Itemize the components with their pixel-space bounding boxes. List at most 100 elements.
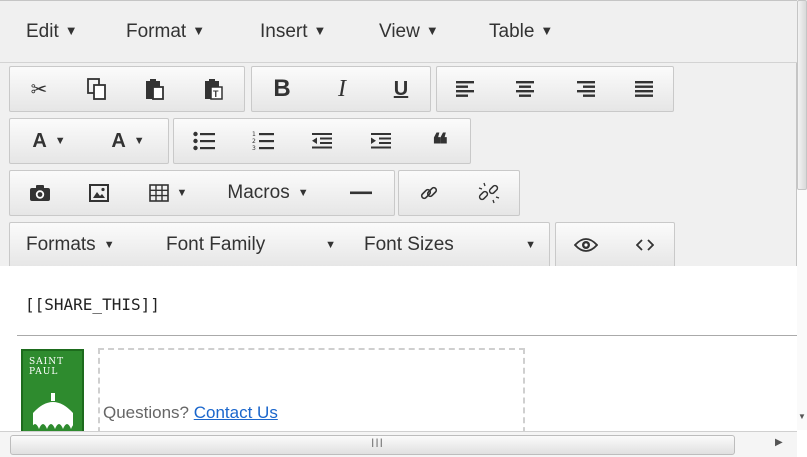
clipboard-group: ✂ T (9, 66, 245, 112)
horizontal-rule-icon (350, 191, 372, 195)
horizontal-scrollbar-thumb[interactable]: III (10, 435, 735, 455)
align-left-icon (456, 81, 474, 97)
logo-text: SAINT PAUL (29, 357, 65, 377)
paste-as-text-icon: T (205, 79, 223, 100)
text-color-icon: A (32, 129, 47, 152)
menu-view-label: View (379, 21, 420, 42)
chevron-down-icon: ▼ (325, 239, 336, 251)
font-sizes-dropdown[interactable]: Font Sizes ▼ (348, 223, 548, 267)
svg-text:3: 3 (252, 145, 256, 152)
table-cell[interactable] (98, 348, 525, 443)
color-group: A ▼ A ▼ (9, 118, 169, 164)
chevron-down-icon: ▼ (313, 23, 327, 38)
svg-text:1: 1 (252, 131, 256, 138)
chevron-down-icon: ▼ (176, 187, 188, 199)
menu-edit[interactable]: Edit ▼ (26, 17, 78, 47)
copy-button[interactable] (68, 67, 126, 111)
chevron-down-icon: ▼ (54, 135, 66, 147)
insert-link-button[interactable] (399, 171, 459, 215)
vertical-scrollbar[interactable]: ▼ (797, 0, 807, 430)
paste-button[interactable] (126, 67, 184, 111)
numbered-list-button[interactable]: 123 (234, 119, 292, 163)
align-right-button[interactable] (555, 67, 615, 111)
grip-icon: III (371, 436, 385, 450)
preview-button[interactable] (556, 223, 616, 267)
bullet-list-button[interactable] (174, 119, 234, 163)
chevron-down-icon: ▼ (525, 239, 536, 251)
menu-table[interactable]: Table ▼ (489, 17, 553, 47)
insert-group: ▼ Macros ▼ (9, 170, 395, 216)
blockquote-button[interactable]: ❝ (410, 119, 470, 163)
macros-label: Macros (227, 182, 290, 203)
italic-button[interactable]: I (312, 67, 372, 111)
menubar: Edit ▼ Format ▼ Insert ▼ View ▼ Table ▼ (0, 1, 797, 63)
contact-us-link[interactable]: Contact Us (194, 403, 278, 422)
paste-icon (146, 79, 164, 100)
paste-text-button[interactable]: T (184, 67, 244, 111)
align-center-button[interactable] (495, 67, 555, 111)
align-right-icon (577, 81, 595, 97)
bold-button[interactable]: B (252, 67, 312, 111)
background-color-button[interactable]: A ▼ (88, 119, 168, 163)
text-color-button[interactable]: A ▼ (10, 119, 88, 163)
menu-view[interactable]: View ▼ (379, 17, 439, 47)
saint-paul-logo: SAINT PAUL (21, 349, 84, 439)
rich-text-editor: Edit ▼ Format ▼ Insert ▼ View ▼ Table ▼ ✂ T B… (0, 0, 797, 457)
menu-edit-label: Edit (26, 21, 59, 42)
format-select-group: Formats ▼ Font Family ▼ Font Sizes ▼ (9, 222, 550, 268)
underline-button[interactable]: U (372, 67, 430, 111)
chevron-down-icon: ▼ (103, 239, 115, 251)
outdent-button[interactable] (292, 119, 352, 163)
svg-text:T: T (213, 89, 219, 99)
vertical-scrollbar-thumb[interactable] (797, 0, 807, 190)
table-icon (148, 184, 169, 202)
link-group (398, 170, 520, 216)
align-left-button[interactable] (437, 67, 495, 111)
scroll-right-arrow-icon[interactable]: ▶ (775, 437, 783, 448)
menu-table-label: Table (489, 21, 535, 42)
menu-format[interactable]: Format ▼ (126, 17, 205, 47)
insert-image-camera-button[interactable] (10, 171, 70, 215)
insert-table-button[interactable]: ▼ (128, 171, 208, 215)
toolbar-row-2: A ▼ A ▼ 123 ❝ (0, 115, 797, 167)
italic-icon: I (338, 75, 346, 102)
font-family-dropdown[interactable]: Font Family ▼ (150, 223, 348, 267)
macros-button[interactable]: Macros ▼ (208, 171, 328, 215)
chevron-down-icon: ▼ (133, 135, 145, 147)
menu-insert-label: Insert (260, 21, 308, 42)
font-family-label: Font Family (166, 234, 266, 255)
unlink-icon (478, 182, 500, 204)
chevron-down-icon: ▼ (192, 23, 206, 38)
menu-insert[interactable]: Insert ▼ (260, 17, 326, 47)
questions-label: Questions? (103, 403, 194, 422)
cut-button[interactable]: ✂ (10, 67, 68, 111)
bullet-list-icon (193, 131, 215, 151)
indent-icon (371, 133, 391, 149)
view-group (555, 222, 675, 268)
align-justify-button[interactable] (615, 67, 673, 111)
chevron-down-icon: ▼ (64, 23, 78, 38)
horizontal-scrollbar[interactable]: III ▶ (0, 431, 797, 457)
horizontal-rule (17, 335, 797, 336)
chevron-down-icon: ▼ (297, 187, 309, 199)
insert-image-button[interactable] (70, 171, 128, 215)
capitol-dome-icon (31, 393, 79, 429)
copy-icon (87, 78, 106, 100)
horizontal-rule-button[interactable] (328, 171, 394, 215)
text-style-group: B I U (251, 66, 431, 112)
link-icon (420, 186, 438, 200)
quote-icon: ❝ (431, 128, 449, 163)
bold-icon: B (273, 75, 291, 102)
source-code-button[interactable] (616, 223, 674, 267)
align-center-icon (516, 81, 534, 97)
scroll-down-arrow-icon[interactable]: ▼ (798, 412, 806, 421)
formats-dropdown[interactable]: Formats ▼ (10, 223, 150, 267)
indent-button[interactable] (352, 119, 410, 163)
editor-content[interactable]: [[SHARE_THIS]] SAINT PAUL Questions? Con… (0, 266, 797, 443)
code-icon (636, 239, 654, 251)
align-justify-icon (635, 81, 653, 97)
toolbar-row-3: ▼ Macros ▼ (0, 167, 797, 219)
share-this-tag: [[SHARE_THIS]] (25, 295, 160, 314)
unlink-button[interactable] (459, 171, 519, 215)
svg-text:2: 2 (252, 138, 256, 145)
